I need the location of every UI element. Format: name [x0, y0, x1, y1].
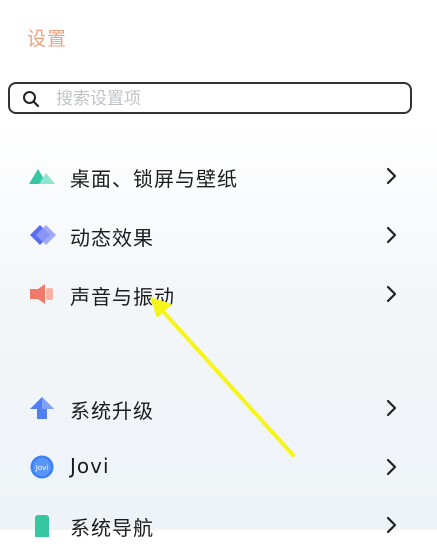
chevron-right-icon	[386, 226, 397, 244]
diamond-icon	[30, 225, 56, 245]
search-input[interactable]	[54, 87, 398, 111]
search-icon	[23, 91, 40, 108]
search-bar[interactable]	[8, 82, 412, 114]
chevron-right-icon	[386, 399, 397, 417]
settings-item-dynamic-effects[interactable]: 动态效果	[0, 210, 437, 260]
settings-item-label: Jovi	[70, 454, 110, 478]
settings-item-label: 桌面、锁屏与壁纸	[70, 167, 238, 191]
chevron-right-icon	[386, 167, 397, 185]
phone-icon	[35, 515, 49, 537]
settings-item-jovi[interactable]: Jovi Jovi	[0, 442, 437, 492]
chevron-right-icon	[386, 285, 397, 303]
jovi-icon: Jovi	[30, 455, 54, 479]
settings-item-desktop-lockscreen-wallpaper[interactable]: 桌面、锁屏与壁纸	[0, 151, 437, 201]
settings-item-label: 系统升级	[70, 399, 154, 423]
svg-text:Jovi: Jovi	[35, 464, 48, 472]
speaker-icon	[30, 284, 53, 304]
settings-item-sound-vibration[interactable]: 声音与振动	[0, 269, 437, 319]
settings-item-label: 动态效果	[70, 226, 154, 250]
settings-item-label: 声音与振动	[70, 285, 175, 309]
upload-arrow-icon	[30, 397, 54, 419]
settings-item-system-upgrade[interactable]: 系统升级	[0, 383, 437, 433]
page-title: 设置	[27, 28, 68, 50]
chevron-right-icon	[386, 458, 397, 476]
chevron-right-icon	[386, 516, 397, 534]
settings-item-system-navigation[interactable]: 系统导航	[0, 500, 437, 550]
settings-item-label: 系统导航	[70, 516, 154, 540]
mountain-icon	[29, 169, 55, 184]
